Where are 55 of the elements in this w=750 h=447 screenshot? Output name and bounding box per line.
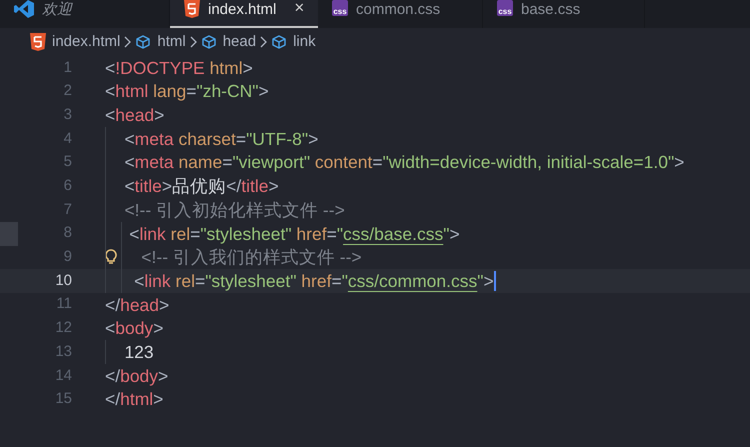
line-number: 12 — [55, 318, 72, 338]
editor-tab[interactable]: index.html × — [170, 0, 318, 28]
line-number: 3 — [64, 104, 72, 125]
code-line: <title>品优购</title> — [123, 175, 279, 198]
code-line: <!-- 引入我们的样式文件 --> — [140, 246, 362, 270]
chevron-icon — [190, 36, 197, 48]
breadcrumb-item[interactable]: head — [222, 30, 256, 54]
chevron-icon — [124, 36, 132, 48]
line-number: 14 — [55, 366, 72, 386]
line-number: 6 — [64, 176, 72, 196]
close-button[interactable]: × — [294, 0, 304, 16]
code-line: <meta name="viewport" content="width=device-width, initial-scale=1.0"> — [123, 151, 684, 174]
code-line: <!DOCTYPE html> — [105, 56, 253, 80]
code-line: <!-- 引入初始化样式文件 --> — [123, 198, 345, 222]
shield-icon — [184, 0, 200, 18]
css-file-icon: css — [497, 0, 513, 16]
code-line: </body> — [105, 364, 168, 388]
cube-icon — [135, 34, 152, 50]
line-number: 13 — [55, 342, 72, 362]
code-line: <link rel="stylesheet" href="css/base.css"> — [128, 222, 460, 246]
tab-label: index.html — [208, 0, 276, 19]
css-file-icon: css — [332, 0, 348, 16]
breadcrumb-item[interactable]: index.html — [52, 30, 120, 54]
editor-tab[interactable]: css common.css — [318, 0, 483, 28]
line-number: 9 — [64, 247, 72, 268]
tab-label: common.css — [356, 0, 440, 19]
logo-icon — [14, 0, 34, 18]
code-line: <html lang="zh-CN"> — [105, 80, 269, 104]
shield-icon — [30, 33, 46, 51]
line-number: 8 — [64, 223, 72, 244]
code-line: </head> — [105, 294, 170, 317]
line-number: 4 — [64, 128, 72, 149]
tab-label: 欢迎 — [42, 0, 72, 19]
cube-icon — [200, 34, 217, 50]
line-number: 15 — [55, 389, 72, 410]
code-line: <link rel="stylesheet" href="css/common.css"> — [133, 270, 494, 293]
line-number: 10 — [55, 270, 72, 291]
lightbulb-icon[interactable] — [105, 249, 117, 266]
chevron-icon — [260, 36, 268, 48]
code-line: <body> — [105, 317, 164, 340]
code-line: <head> — [105, 104, 164, 128]
line-number: 1 — [64, 58, 72, 78]
breadcrumb-item[interactable]: html — [157, 30, 186, 54]
code-line: </html> — [105, 388, 164, 412]
cube-icon — [271, 34, 288, 50]
tab-label: base.css — [521, 0, 580, 19]
line-number: 7 — [64, 200, 72, 220]
line-number: 5 — [64, 152, 72, 172]
code-line: 123 — [123, 340, 154, 364]
code-line: <meta charset="UTF-8"> — [123, 128, 318, 151]
line-number: 11 — [56, 294, 72, 314]
line-number: 2 — [64, 81, 72, 102]
editor-tab[interactable]: css base.css — [483, 0, 645, 28]
text-cursor — [494, 271, 496, 292]
breadcrumb-item[interactable]: link — [293, 30, 316, 54]
